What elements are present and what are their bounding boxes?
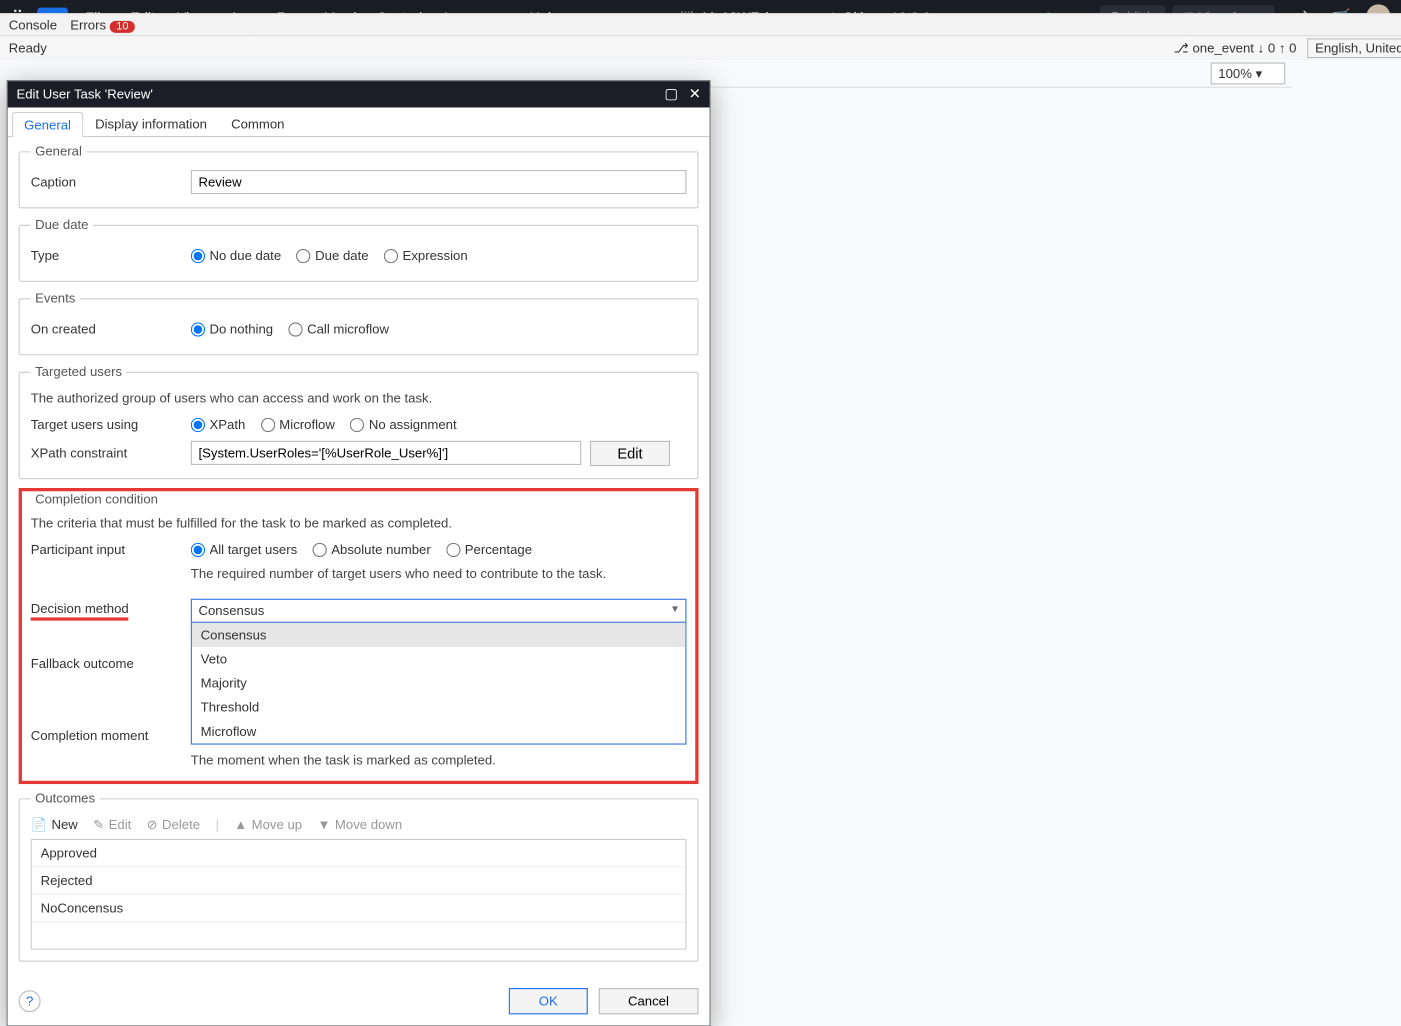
outcomes-fieldset: Outcomes 📄 New ✎ Edit ⊘ Delete | ▲ Move … [19, 791, 699, 962]
type-label: Type [31, 248, 191, 263]
outcome-edit-button[interactable]: ✎ Edit [93, 817, 131, 832]
oncreated-radio-call-microflow[interactable]: Call microflow [288, 321, 389, 336]
targeted-users-fieldset: Targeted users The authorized group of u… [19, 364, 699, 479]
target-using-label: Target users using [31, 417, 191, 432]
decision-method-value[interactable]: Consensus [191, 599, 687, 623]
type-radio-no-due-date[interactable]: No due date [191, 248, 281, 263]
status-bar: Ready ⎇ one_event ↓ 0 ↑ 0 English, Unite… [0, 35, 1401, 59]
outcome-item[interactable]: NoConcensus [32, 895, 686, 922]
target-radio-microflow[interactable]: Microflow [261, 417, 335, 432]
completion-legend: Completion condition [31, 491, 163, 506]
errors-tab[interactable]: Errors 10 [70, 17, 135, 32]
targeted-helper-text: The authorized group of users who can ac… [31, 390, 687, 405]
xpath-constraint-input[interactable] [191, 441, 581, 465]
dialog-maximize-icon[interactable]: ▢ [664, 86, 677, 104]
dd-option-threshold[interactable]: Threshold [192, 695, 685, 719]
moment-helper-text: The moment when the task is marked as co… [191, 752, 687, 767]
dd-option-majority[interactable]: Majority [192, 671, 685, 695]
decision-method-dropdown-list: Consensus Veto Majority Threshold Microf… [191, 622, 687, 745]
outcome-new-button[interactable]: 📄 New [31, 817, 78, 832]
completion-fieldset: Completion condition The criteria that m… [22, 491, 695, 774]
events-legend: Events [31, 291, 80, 306]
chevron-down-icon: ▼ [670, 603, 680, 614]
outcome-item[interactable]: Approved [32, 840, 686, 867]
target-radio-no-assignment[interactable]: No assignment [350, 417, 456, 432]
type-radio-due-date[interactable]: Due date [297, 248, 369, 263]
outcome-delete-button[interactable]: ⊘ Delete [147, 817, 200, 832]
dd-option-consensus[interactable]: Consensus [192, 623, 685, 647]
status-ready: Ready [9, 40, 47, 55]
duedate-legend: Due date [31, 217, 93, 232]
completion-helper-text: The criteria that must be fulfilled for … [31, 515, 687, 530]
caption-label: Caption [31, 174, 191, 189]
oncreated-label: On created [31, 321, 191, 336]
bottom-tabs: Console Errors 10 [0, 13, 1401, 35]
events-fieldset: Events On created Do nothing Call microf… [19, 291, 699, 356]
outcome-movedown-button[interactable]: ▼ Move down [317, 817, 402, 832]
branch-indicator[interactable]: ⎇ one_event ↓ 0 ↑ 0 [1174, 40, 1297, 55]
fallback-label: Fallback outcome [31, 656, 191, 671]
xpath-label: XPath constraint [31, 445, 191, 460]
console-tab[interactable]: Console [9, 17, 57, 32]
duedate-fieldset: Due date Type No due date Due date Expre… [19, 217, 699, 282]
edit-xpath-button[interactable]: Edit [590, 440, 670, 465]
dd-option-microflow[interactable]: Microflow [192, 719, 685, 743]
participant-radio-all[interactable]: All target users [191, 542, 297, 557]
completion-moment-label: Completion moment [31, 728, 191, 743]
participant-radio-absolute[interactable]: Absolute number [313, 542, 431, 557]
outcome-item[interactable]: Rejected [32, 867, 686, 894]
dd-option-veto[interactable]: Veto [192, 647, 685, 671]
outcomes-list: Approved Rejected NoConcensus [31, 839, 687, 950]
outcome-moveup-button[interactable]: ▲ Move up [234, 817, 302, 832]
error-count-badge: 10 [110, 20, 135, 32]
participant-radio-percentage[interactable]: Percentage [446, 542, 532, 557]
dialog-title: Edit User Task 'Review' [16, 87, 152, 102]
participant-helper-text: The required number of target users who … [191, 566, 687, 581]
dialog-tab-common[interactable]: Common [219, 111, 297, 136]
decision-method-select[interactable]: Consensus ▼ Consensus Veto Majority Thre… [191, 599, 687, 623]
dialog-tab-general[interactable]: General [12, 112, 83, 137]
oncreated-radio-do-nothing[interactable]: Do nothing [191, 321, 273, 336]
participant-label: Participant input [31, 542, 191, 557]
edit-user-task-dialog: Edit User Task 'Review' ▢ ✕ General Disp… [7, 80, 711, 1026]
dialog-tab-display-info[interactable]: Display information [83, 111, 219, 136]
ok-button[interactable]: OK [509, 988, 587, 1014]
outcome-item-empty [32, 922, 686, 948]
general-fieldset: General Caption [19, 144, 699, 209]
dialog-titlebar[interactable]: Edit User Task 'Review' ▢ ✕ [8, 81, 710, 107]
general-legend: General [31, 144, 87, 159]
targeted-legend: Targeted users [31, 364, 127, 379]
target-radio-xpath[interactable]: XPath [191, 417, 246, 432]
help-icon[interactable]: ? [19, 990, 41, 1012]
completion-condition-highlight: Completion condition The criteria that m… [19, 488, 699, 784]
type-radio-expression[interactable]: Expression [384, 248, 468, 263]
caption-input[interactable] [191, 170, 687, 194]
zoom-select[interactable]: 100% ▾ [1211, 62, 1286, 84]
outcomes-legend: Outcomes [31, 791, 100, 806]
cancel-button[interactable]: Cancel [598, 988, 698, 1014]
dialog-close-icon[interactable]: ✕ [689, 86, 701, 104]
language-selector[interactable]: English, United States (default) ▾ [1307, 38, 1401, 58]
decision-method-label: Decision method [31, 601, 129, 621]
